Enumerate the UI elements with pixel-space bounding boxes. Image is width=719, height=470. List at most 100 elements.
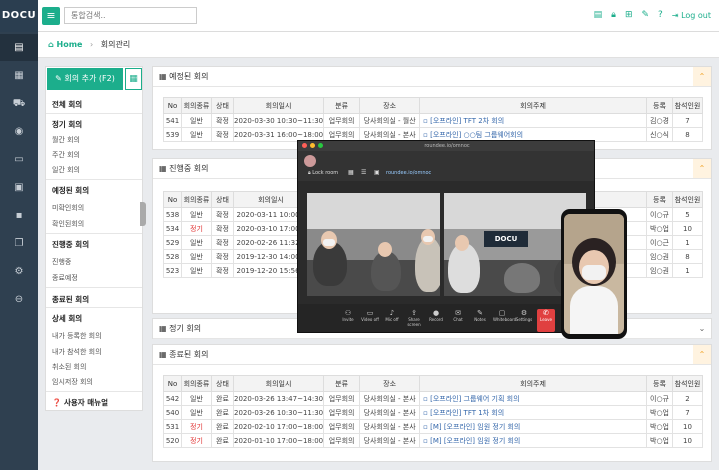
search-input[interactable] xyxy=(64,7,197,24)
breadcrumb-home[interactable]: Home xyxy=(57,40,83,49)
column-header[interactable]: 등록 xyxy=(646,191,673,208)
share-screen-button[interactable]: ⇪ Share screen xyxy=(405,309,423,332)
table-row[interactable]: 540 일반 완료 2020-03-26 10:30~11:30 업무회의 당사회의실 -… xyxy=(163,405,703,420)
column-header[interactable]: 분류 xyxy=(323,97,361,114)
invite-button[interactable]: ⚇ Invite xyxy=(339,309,357,332)
column-header[interactable]: 장소 xyxy=(359,375,421,392)
sidebar-globe-icon[interactable]: ◉ xyxy=(0,118,38,145)
focus-layout-icon[interactable]: ▣ xyxy=(374,169,380,176)
column-header[interactable]: 회의일시 xyxy=(232,97,325,114)
document-icon[interactable]: ▤ xyxy=(594,10,603,20)
chevron-up-icon[interactable]: ⌃ xyxy=(693,159,711,178)
column-header[interactable]: 회의일시 xyxy=(232,375,325,392)
table-cell[interactable]: ▫ [M] [오프라인] 임원 정기 회의 xyxy=(419,433,647,448)
user-manual-link[interactable]: ❓ 사용자 매뉴얼 xyxy=(46,397,142,408)
filter-my-meetings[interactable]: 내가 등록한 회의 xyxy=(46,331,142,341)
leave-button[interactable]: ✆ Leave xyxy=(537,309,555,332)
sidebar-cart-icon[interactable]: ⛟ xyxy=(0,90,38,117)
filter-scheduled-end[interactable]: 종료예정 xyxy=(46,273,142,283)
column-header[interactable]: 등록 xyxy=(646,375,673,392)
column-header[interactable]: 회의종류 xyxy=(181,191,212,208)
sidebar-copy-icon[interactable]: ❐ xyxy=(0,230,38,257)
table-cell: 일반 xyxy=(181,207,212,222)
scheduled-header[interactable]: ▦ 예정된 회의 ⌃ xyxy=(153,67,711,87)
settings-button[interactable]: ⚙ Settings xyxy=(515,309,533,332)
chevron-up-icon[interactable]: ⌃ xyxy=(693,345,711,364)
filter-in-progress[interactable]: 진행중 xyxy=(46,257,142,267)
org-chart-icon[interactable]: ⊞ xyxy=(625,10,633,20)
filter-ongoing[interactable]: 진행중 회의 xyxy=(46,239,142,250)
table-cell[interactable]: ▫ [오프라인] 그룹웨어 기획 회의 xyxy=(419,391,647,406)
filter-confirmed[interactable]: 확인된회의 xyxy=(46,219,142,229)
table-cell: 1 xyxy=(672,263,703,278)
filter-all[interactable]: 전체 회의 xyxy=(46,99,142,110)
divider xyxy=(46,233,142,234)
app-logo[interactable]: DOCU xyxy=(0,0,38,32)
sidebar-toolbox-icon[interactable]: ▪ xyxy=(0,202,38,229)
logout-button[interactable]: ⇥ Log out xyxy=(672,11,711,20)
grid-layout-icon[interactable]: ▦ xyxy=(348,169,354,176)
lock-room-button[interactable]: 🔒︎ Lock room xyxy=(308,170,338,176)
filter-ended[interactable]: 종료된 회의 xyxy=(46,294,142,305)
room-url[interactable]: roundee.io/omnoc xyxy=(386,170,431,176)
filter-daily[interactable]: 일간 회의 xyxy=(46,165,142,175)
list-layout-icon[interactable]: ☰ xyxy=(361,169,366,176)
column-header[interactable]: 상태 xyxy=(211,375,234,392)
add-meeting-button[interactable]: ✎ 회의 추가 (F2) xyxy=(47,68,123,90)
filter-monthly[interactable]: 월간 회의 xyxy=(46,135,142,145)
sidebar-document-icon[interactable]: ▦ xyxy=(0,62,38,89)
chevron-up-icon[interactable]: ⌃ xyxy=(693,67,711,86)
column-header[interactable]: 상태 xyxy=(211,191,234,208)
notes-button[interactable]: ✎ Notes xyxy=(471,309,489,332)
column-header[interactable]: 참석인원 xyxy=(672,97,703,114)
column-header[interactable]: 회의종류 xyxy=(181,97,212,114)
column-header[interactable]: 등록 xyxy=(646,97,673,114)
table-cell: 당사회의실 - 본사 xyxy=(359,391,421,406)
table-row[interactable]: 531 정기 완료 2020-02-10 17:00~18:00 업무회의 당사회의실 -… xyxy=(163,419,703,434)
table-cell[interactable]: ▫ [오프라인] TFT 2차 회의 xyxy=(419,113,647,128)
sidebar-briefcase-icon[interactable]: ▣ xyxy=(0,174,38,201)
filter-detail[interactable]: 상세 회의 xyxy=(46,313,142,324)
panel-collapse-handle[interactable] xyxy=(140,202,146,226)
column-header[interactable]: 참석인원 xyxy=(672,375,703,392)
filter-unconfirmed[interactable]: 미확인회의 xyxy=(46,203,142,213)
edit-icon[interactable]: ✎ xyxy=(641,10,649,20)
menu-toggle-button[interactable]: ≡ xyxy=(42,7,60,25)
chat-button[interactable]: ✉ Chat xyxy=(449,309,467,332)
column-header[interactable]: 회의주제 xyxy=(419,375,647,392)
video-off-button[interactable]: ▭ Video off xyxy=(361,309,379,332)
filter-temp[interactable]: 임시저장 회의 xyxy=(46,377,142,387)
sidebar-arrow-icon[interactable]: ⊖ xyxy=(0,286,38,313)
chevron-down-icon[interactable]: ⌄ xyxy=(693,319,711,338)
filter-weekly[interactable]: 주간 회의 xyxy=(46,150,142,160)
column-header[interactable]: 상태 xyxy=(211,97,234,114)
column-header[interactable]: No xyxy=(163,191,182,208)
home-icon[interactable]: ⌂ xyxy=(48,40,57,49)
ended-header[interactable]: ▦ 종료된 회의 ⌃ xyxy=(153,345,711,365)
grid-view-button[interactable]: ▦ xyxy=(125,68,142,90)
filter-cancelled[interactable]: 취소된 회의 xyxy=(46,362,142,372)
record-button[interactable]: ● Record xyxy=(427,309,445,332)
column-header[interactable]: No xyxy=(163,97,182,114)
table-row[interactable]: 542 일반 완료 2020-03-26 13:47~14:30 업무회의 당사회의실 -… xyxy=(163,391,703,406)
table-row[interactable]: 520 정기 완료 2020-01-10 17:00~18:00 업무회의 당사회의실 -… xyxy=(163,433,703,448)
help-icon[interactable]: ? xyxy=(658,10,663,20)
column-header[interactable]: 장소 xyxy=(359,97,421,114)
table-cell[interactable]: ▫ [오프라인] TFT 1차 회의 xyxy=(419,405,647,420)
filter-scheduled[interactable]: 예정된 회의 xyxy=(46,185,142,196)
column-header[interactable]: 회의주제 xyxy=(419,97,647,114)
sidebar-meeting-icon[interactable]: ▤ xyxy=(0,34,38,61)
sidebar-gear-icon[interactable]: ⚙ xyxy=(0,258,38,285)
column-header[interactable]: 회의종류 xyxy=(181,375,212,392)
mic-off-button[interactable]: ♪ Mic off xyxy=(383,309,401,332)
column-header[interactable]: 분류 xyxy=(323,375,361,392)
table-row[interactable]: 541 일반 확정 2020-03-30 10:30~11:30 업무회의 당사회의실 -… xyxy=(163,113,703,128)
filter-regular[interactable]: 정기 회의 xyxy=(46,119,142,130)
table-cell[interactable]: ▫ [M] [오프라인] 임원 정기 회의 xyxy=(419,419,647,434)
column-header[interactable]: 참석인원 xyxy=(672,191,703,208)
column-header[interactable]: No xyxy=(163,375,182,392)
whiteboard-button[interactable]: ▢ Whiteboard xyxy=(493,309,516,332)
filter-joined[interactable]: 내가 참석한 회의 xyxy=(46,347,142,357)
sidebar-chart-icon[interactable]: ▭ xyxy=(0,146,38,173)
lock-icon[interactable]: 🔒︎ xyxy=(611,10,616,20)
